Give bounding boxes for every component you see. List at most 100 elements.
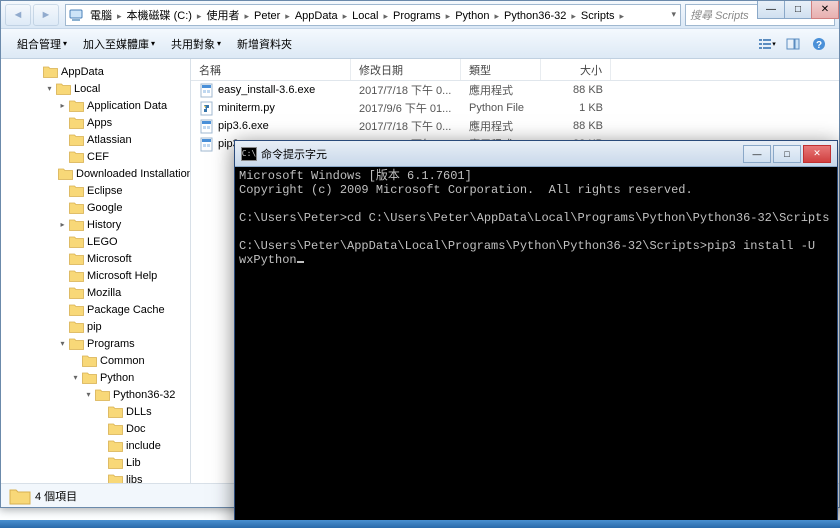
folder-tree[interactable]: AppData ▾Local▸Application DataApps Atlass…	[1, 59, 191, 483]
file-name: pip3.6.exe	[218, 120, 269, 132]
taskbar[interactable]	[0, 520, 840, 528]
python-file-icon	[199, 101, 214, 116]
organize-menu[interactable]: 組合管理▾	[9, 32, 75, 56]
tree-item[interactable]: Google	[1, 199, 190, 216]
tree-label: Python36-32	[113, 389, 175, 401]
tree-item[interactable]: ▾Python	[1, 369, 190, 386]
cmd-close-button[interactable]: ✕	[803, 145, 831, 163]
new-folder-button[interactable]: 新增資料夾	[229, 32, 300, 56]
tree-item[interactable]: Common	[1, 352, 190, 369]
help-button[interactable]: ?	[807, 33, 831, 55]
breadcrumb[interactable]: 電腦▸本機磁碟 (C:)▸使用者▸Peter▸AppData▸Local▸Pro…	[65, 4, 681, 26]
close-button[interactable]: ✕	[811, 1, 839, 19]
tree-item[interactable]: Microsoft Help	[1, 267, 190, 284]
svg-text:?: ?	[816, 40, 822, 51]
exe-file-icon	[199, 137, 214, 152]
tree-item[interactable]: Package Cache	[1, 301, 190, 318]
breadcrumb-segment[interactable]: Python	[451, 10, 493, 22]
breadcrumb-segment[interactable]: 使用者	[202, 10, 243, 22]
chevron-right-icon: ▸	[284, 11, 291, 21]
tree-item[interactable]: ▾ Python36-32	[1, 386, 190, 403]
tree-item[interactable]: Mozilla	[1, 284, 190, 301]
file-row[interactable]: pip3.6.exe2017/7/18 下午 0...應用程式88 KB	[191, 117, 839, 135]
tree-label: AppData	[61, 66, 104, 78]
tree-label: Atlassian	[87, 134, 132, 146]
maximize-button[interactable]: □	[784, 1, 812, 19]
tree-item[interactable]: ▸Application Data	[1, 97, 190, 114]
tree-label: Common	[100, 355, 145, 367]
breadcrumb-segment[interactable]: Programs	[389, 10, 445, 22]
folder-icon	[108, 473, 123, 483]
chevron-right-icon: ▸	[619, 11, 626, 21]
breadcrumb-segment[interactable]: 電腦	[86, 10, 116, 22]
column-headers[interactable]: 名稱 修改日期 類型 大小	[191, 59, 839, 81]
tree-label: Package Cache	[87, 304, 165, 316]
share-menu[interactable]: 共用對象▾	[163, 32, 229, 56]
nav-back-button[interactable]: ◄	[5, 4, 31, 26]
tree-item[interactable]: CEF	[1, 148, 190, 165]
file-row[interactable]: miniterm.py2017/9/6 下午 01...Python File1…	[191, 99, 839, 117]
cmd-minimize-button[interactable]: —	[743, 145, 771, 163]
preview-pane-button[interactable]	[781, 33, 805, 55]
breadcrumb-segment[interactable]: Local	[348, 10, 382, 22]
breadcrumb-segment[interactable]: Peter	[250, 10, 284, 22]
file-date: 2017/7/18 下午 0...	[351, 82, 461, 98]
breadcrumb-segment[interactable]: Scripts	[577, 10, 619, 22]
tree-item[interactable]: Atlassian	[1, 131, 190, 148]
collapse-icon[interactable]: ▾	[70, 372, 81, 383]
minimize-button[interactable]: —	[757, 1, 785, 19]
window-controls: — □ ✕	[758, 1, 839, 19]
view-options-button[interactable]: ▾	[755, 33, 779, 55]
exe-file-icon	[199, 83, 214, 98]
nav-forward-button[interactable]: ►	[33, 4, 59, 26]
tree-toggle-empty	[57, 151, 68, 162]
tree-toggle-empty	[57, 236, 68, 247]
tree-toggle-empty	[57, 270, 68, 281]
col-name[interactable]: 名稱	[191, 59, 351, 80]
breadcrumb-segment[interactable]: AppData	[291, 10, 342, 22]
collapse-icon[interactable]: ▾	[44, 83, 55, 94]
folder-icon	[69, 235, 84, 248]
tree-item[interactable]: include	[1, 437, 190, 454]
tree-item[interactable]: ▸ History	[1, 216, 190, 233]
breadcrumb-segment[interactable]: Python36-32	[500, 10, 570, 22]
collapse-icon[interactable]: ▾	[83, 389, 94, 400]
tree-item[interactable]: LEGO	[1, 233, 190, 250]
chevron-right-icon: ▸	[570, 11, 577, 21]
expand-icon[interactable]: ▸	[57, 219, 68, 230]
col-size[interactable]: 大小	[541, 59, 611, 80]
tree-item[interactable]: Eclipse	[1, 182, 190, 199]
cmd-output[interactable]: Microsoft Windows [版本 6.1.7601] Copyrigh…	[235, 167, 837, 527]
tree-item[interactable]: Doc	[1, 420, 190, 437]
folder-icon	[69, 337, 84, 350]
tree-item[interactable]: Microsoft	[1, 250, 190, 267]
tree-item[interactable]: pip	[1, 318, 190, 335]
tree-item[interactable]: libs	[1, 471, 190, 483]
col-date[interactable]: 修改日期	[351, 59, 461, 80]
cmd-titlebar[interactable]: C:\ 命令提示字元 — □ ✕	[235, 141, 837, 167]
expand-icon[interactable]: ▸	[57, 100, 68, 111]
folder-icon	[69, 286, 84, 299]
breadcrumb-segment[interactable]: 本機磁碟 (C:)	[123, 10, 196, 22]
cmd-maximize-button[interactable]: □	[773, 145, 801, 163]
tree-toggle-empty	[57, 117, 68, 128]
folder-icon	[58, 167, 73, 180]
tree-item[interactable]: ▾Programs	[1, 335, 190, 352]
tree-item[interactable]: AppData	[1, 63, 190, 80]
tree-item[interactable]: Apps	[1, 114, 190, 131]
tree-item[interactable]: ▾Local	[1, 80, 190, 97]
collapse-icon[interactable]: ▾	[57, 338, 68, 349]
tree-item[interactable]: Downloaded Installations	[1, 165, 190, 182]
tree-label: libs	[126, 474, 143, 484]
folder-icon	[43, 65, 58, 78]
folder-icon	[69, 218, 84, 231]
tree-label: History	[87, 219, 121, 231]
file-row[interactable]: easy_install-3.6.exe2017/7/18 下午 0...應用程…	[191, 81, 839, 99]
cursor	[297, 261, 304, 263]
tree-item[interactable]: Lib	[1, 454, 190, 471]
folder-icon	[108, 405, 123, 418]
col-type[interactable]: 類型	[461, 59, 541, 80]
tree-item[interactable]: DLLs	[1, 403, 190, 420]
tree-toggle-empty	[96, 423, 107, 434]
include-library-menu[interactable]: 加入至媒體庫▾	[75, 32, 163, 56]
